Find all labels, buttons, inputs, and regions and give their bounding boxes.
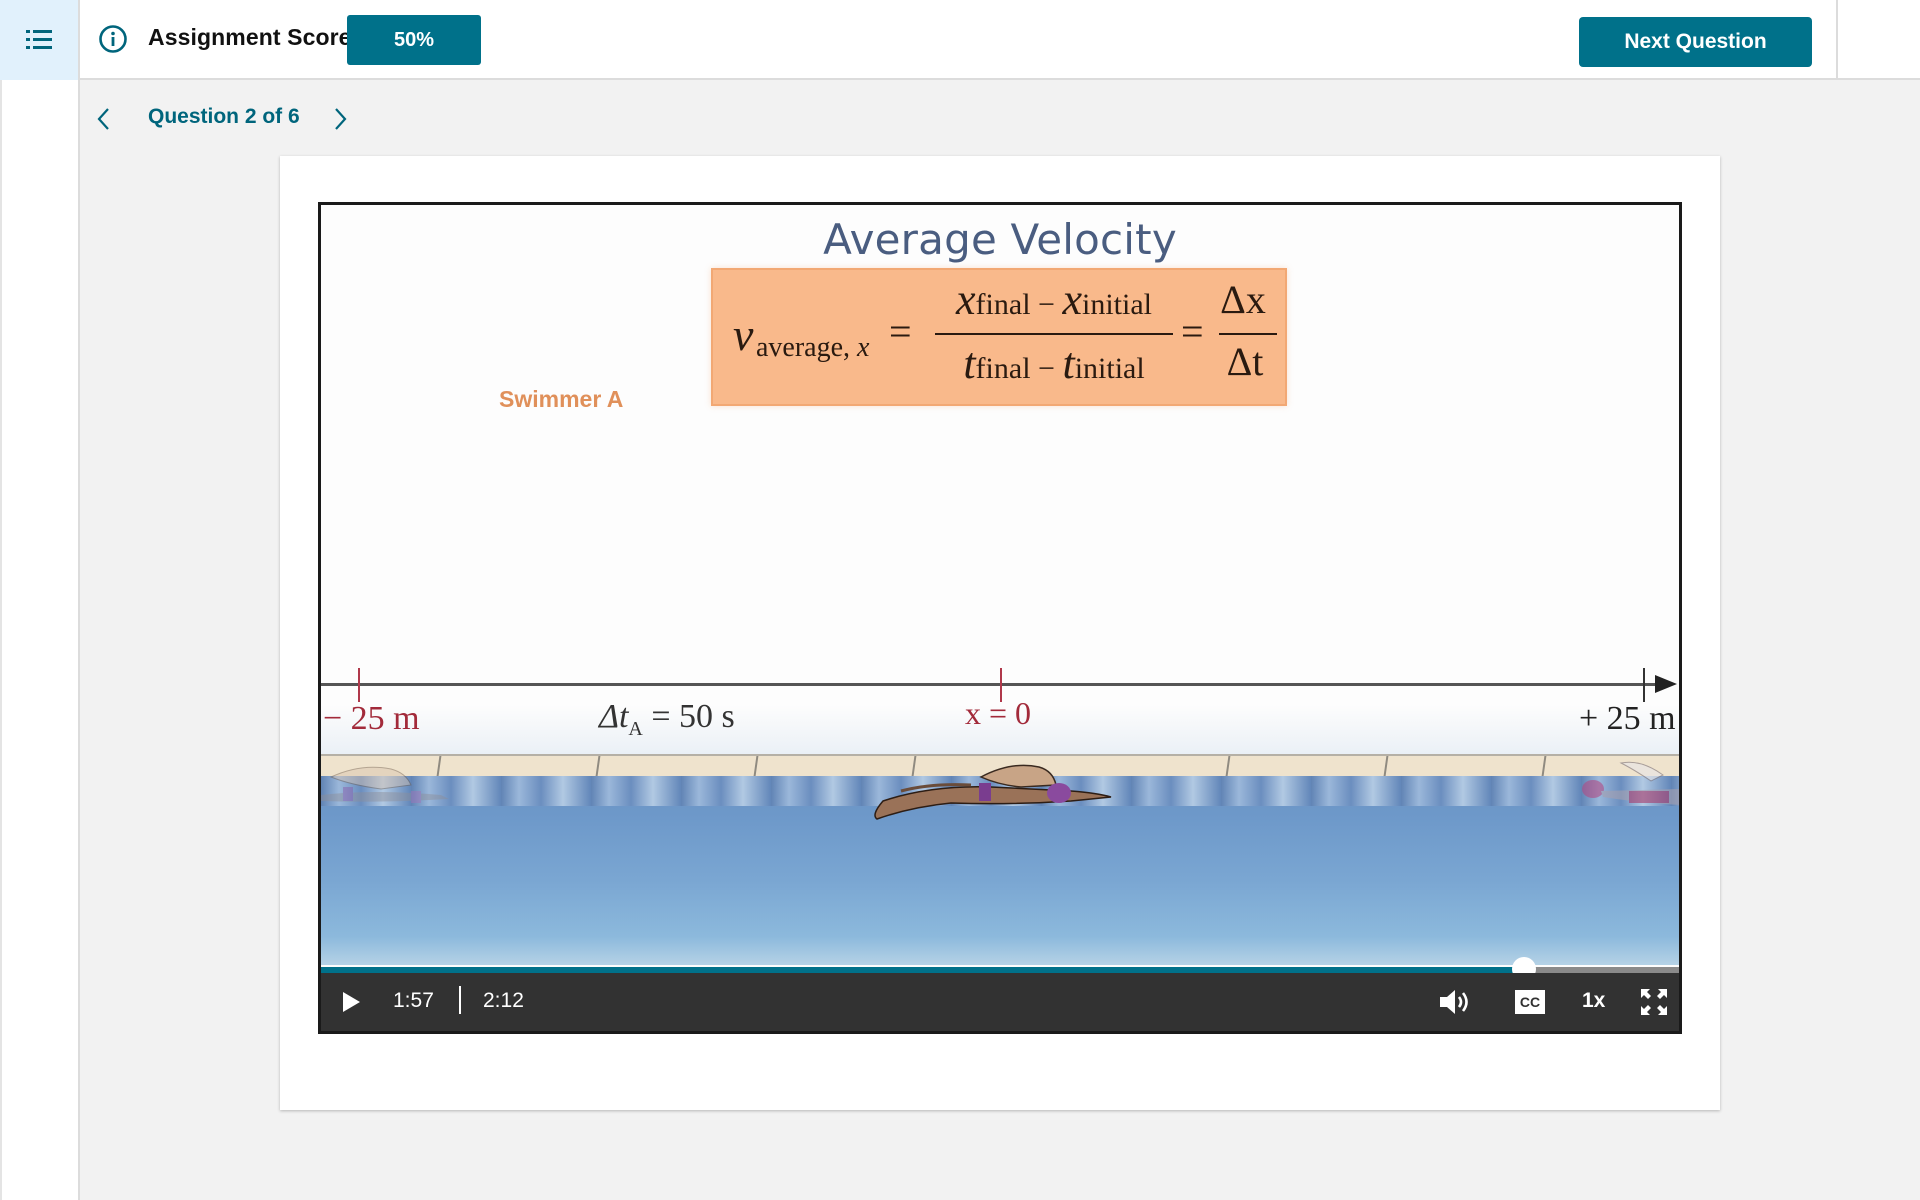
video-player[interactable]: Average Velocity v average, x = xfinal −…: [318, 202, 1682, 1034]
current-time: 1:57: [393, 989, 434, 1012]
formula-numerator: xfinal − xinitial: [956, 275, 1152, 324]
assignment-score-label: Assignment Score:: [148, 24, 360, 50]
question-counter: Question 2 of 6: [148, 105, 300, 128]
fraction-bar-2: [1219, 333, 1277, 335]
next-question-arrow[interactable]: [328, 104, 352, 134]
info-circle-icon[interactable]: [98, 24, 128, 54]
menu-toggle-button[interactable]: [0, 0, 80, 80]
previous-question-button[interactable]: [92, 104, 116, 134]
captions-button[interactable]: CC: [1515, 990, 1545, 1014]
swimmer-ghost-start: [321, 766, 449, 803]
formula-denominator: tfinal − tinitial: [963, 339, 1145, 388]
formula-delta-x: Δx: [1220, 277, 1266, 322]
swimmer-a: [874, 764, 1112, 820]
formula-delta-t: Δt: [1226, 339, 1264, 384]
video-title: Average Velocity: [823, 215, 1177, 264]
axis-arrow-icon: [1655, 675, 1677, 693]
next-question-button[interactable]: Next Question: [1579, 17, 1812, 67]
assignment-score-badge: 50%: [347, 15, 481, 65]
fullscreen-button[interactable]: [1639, 987, 1669, 1017]
time-separator: [459, 986, 461, 1014]
formula-v-subscript: average, x: [756, 332, 870, 363]
sidebar: [0, 80, 80, 1200]
chevron-left-icon: [97, 108, 109, 130]
duration: 2:12: [483, 989, 524, 1012]
chevron-right-icon: [335, 108, 347, 130]
formula-equals: =: [889, 309, 912, 354]
top-header: Assignment Score: 50% Next Question: [0, 0, 1920, 80]
header-divider: [1836, 0, 1838, 80]
average-velocity-formula: v average, x = xfinal − xinitial tfinal …: [711, 268, 1287, 406]
formula-v: v: [733, 309, 754, 360]
fullscreen-icon: [1641, 989, 1667, 1015]
axis-label-positive: + 25 m: [1579, 700, 1676, 737]
play-button[interactable]: [339, 989, 363, 1015]
volume-icon: [1440, 990, 1468, 1014]
assignment-score-value: 50%: [393, 28, 435, 51]
axis-label-negative: − 25 m: [323, 700, 420, 737]
video-frame: Average Velocity v average, x = xfinal −…: [321, 205, 1679, 965]
tick-negative: [358, 668, 360, 702]
swimmer-a-label: Swimmer A: [499, 386, 624, 412]
axis-label-zero: x = 0: [965, 695, 1032, 731]
video-controls: 1:57 2:12 CC 1x: [321, 973, 1679, 1031]
swimmer-ghost-end: [1582, 761, 1679, 805]
volume-button[interactable]: [1438, 987, 1472, 1017]
formula-equals-2: =: [1181, 309, 1204, 354]
playback-speed-button[interactable]: 1x: [1582, 989, 1605, 1013]
position-axis: [321, 683, 1661, 686]
delta-t-label: ΔtA = 50 s: [599, 698, 735, 740]
list-icon: [26, 30, 52, 49]
tick-positive: [1643, 668, 1645, 702]
fraction-bar: [935, 333, 1173, 335]
play-icon: [343, 992, 360, 1012]
